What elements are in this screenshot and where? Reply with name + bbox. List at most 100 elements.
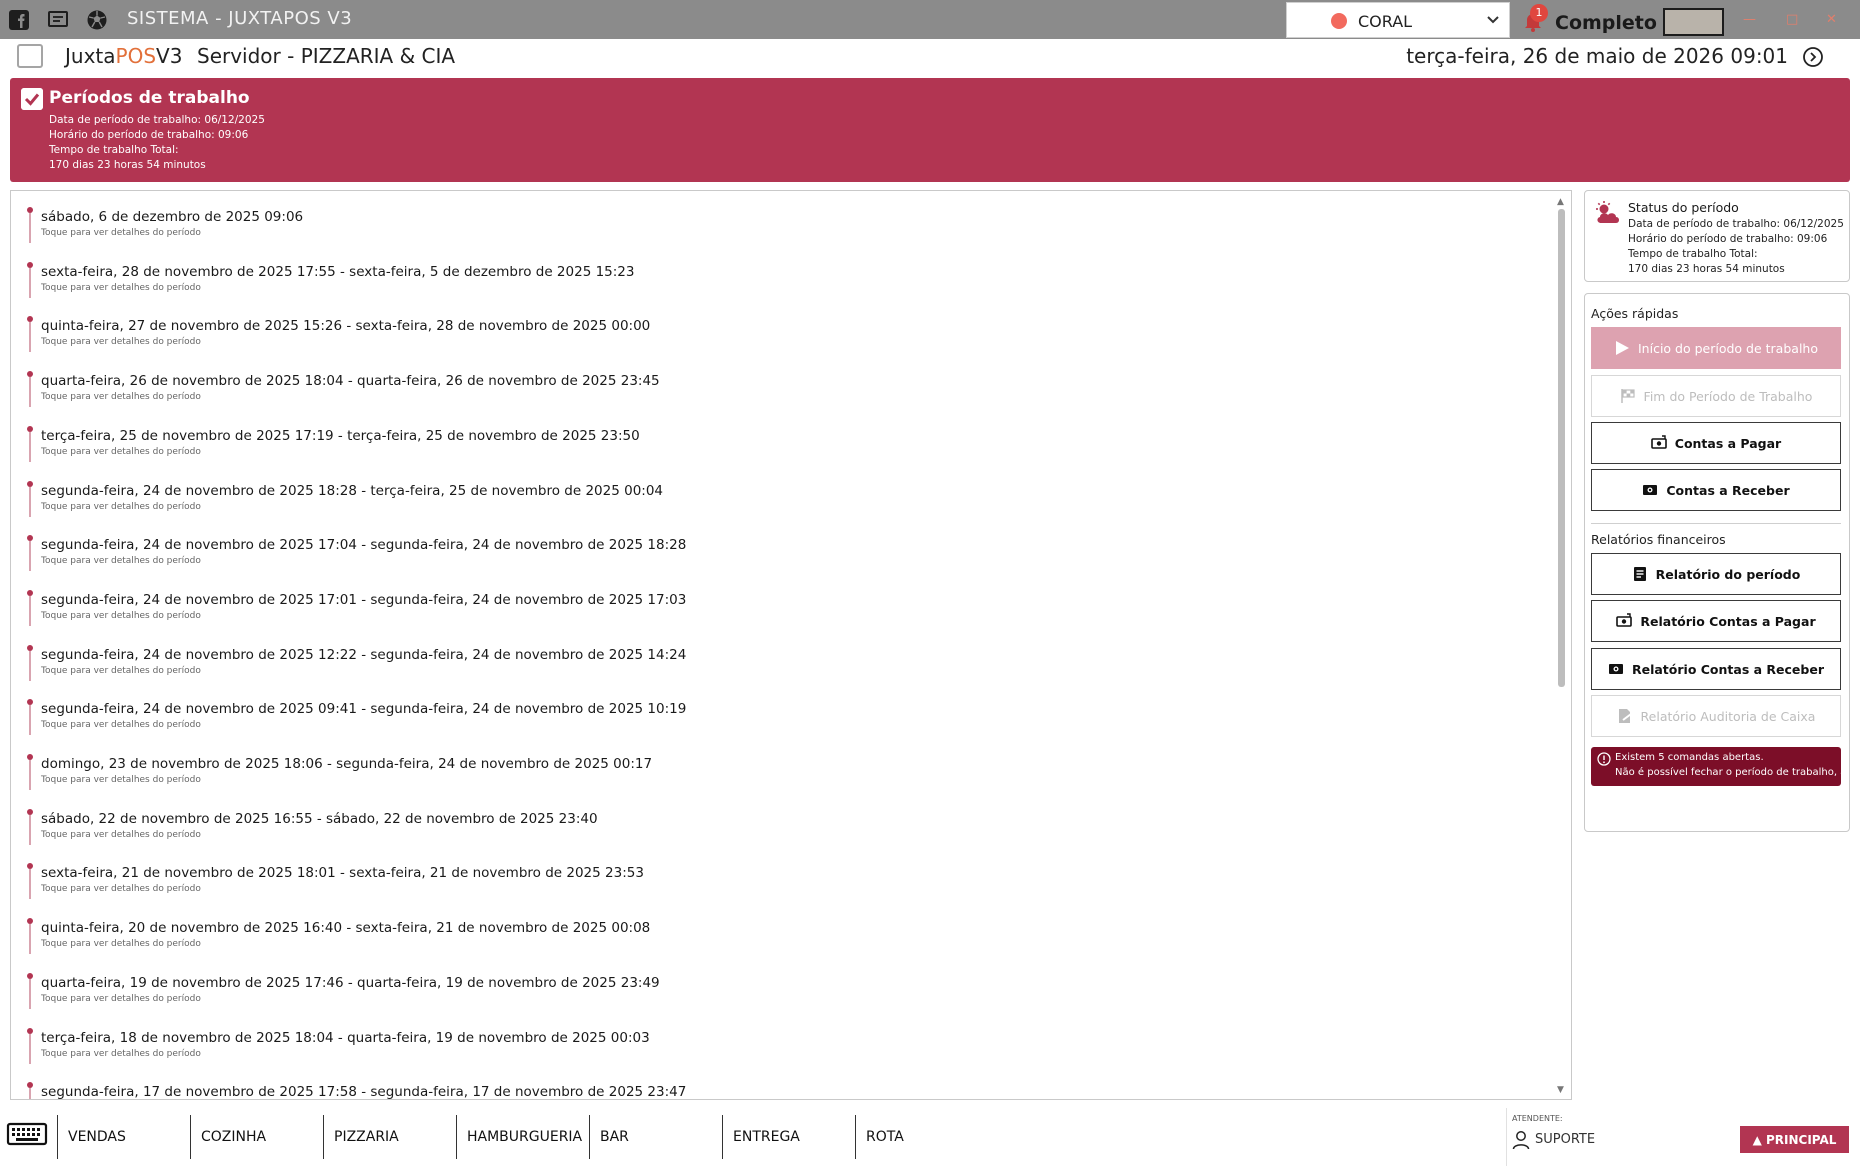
nav-tab-rota[interactable]: ROTA <box>855 1115 987 1159</box>
payables-button[interactable]: Contas a Pagar <box>1591 422 1841 464</box>
period-list-item[interactable]: sábado, 22 de novembro de 2025 16:55 - s… <box>11 794 1541 849</box>
payables-report-button[interactable]: Relatório Contas a Pagar <box>1591 600 1841 642</box>
user-icon <box>1512 1131 1530 1150</box>
period-hint: Toque para ver detalhes do período <box>41 501 201 512</box>
principal-button[interactable]: ▲ PRINCIPAL <box>1740 1126 1849 1153</box>
work-period-banner: Períodos de trabalho Data de período de … <box>10 78 1850 182</box>
period-title: domingo, 23 de novembro de 2025 18:06 - … <box>41 756 653 772</box>
banner-title: Períodos de trabalho <box>49 88 250 108</box>
timeline-line <box>29 267 31 298</box>
attendant-name[interactable]: SUPORTE <box>1535 1132 1595 1147</box>
app-logo[interactable] <box>17 44 43 68</box>
period-title: quinta-feira, 27 de novembro de 2025 15:… <box>41 318 651 335</box>
environment-select[interactable]: CORAL <box>1286 2 1510 38</box>
timeline-line <box>29 869 31 900</box>
list-scrollbar[interactable]: ▲ ▼ <box>1555 197 1567 1095</box>
money-icon <box>1643 485 1658 495</box>
timeline-line <box>29 595 31 626</box>
chat-icon[interactable] <box>47 9 69 31</box>
banner-total-value: 170 dias 23 horas 54 minutos <box>49 159 206 171</box>
period-hint: Toque para ver detalhes do período <box>41 556 201 567</box>
payables-label: Contas a Pagar <box>1674 435 1782 451</box>
nav-tab-entrega[interactable]: ENTREGA <box>722 1115 854 1159</box>
banner-time: Horário do período de trabalho: 09:06 <box>49 129 249 141</box>
chevron-down-icon <box>1487 16 1499 24</box>
period-list-item[interactable]: terça-feira, 18 de novembro de 2025 18:0… <box>11 1013 1541 1068</box>
period-list-item[interactable]: sexta-feira, 21 de novembro de 2025 18:0… <box>11 848 1541 903</box>
period-list-item[interactable]: segunda-feira, 24 de novembro de 2025 17… <box>11 575 1541 630</box>
mode-label[interactable]: Completo <box>1555 12 1657 34</box>
user-thumbnail[interactable] <box>1663 8 1724 36</box>
title-bar: SISTEMA - JUXTAPOS V3 CORAL 1 Completo —… <box>0 0 1860 39</box>
period-hint: Toque para ver detalhes do período <box>41 665 201 676</box>
arrow-circle-icon[interactable] <box>1802 46 1824 68</box>
money-out-icon <box>1650 435 1667 449</box>
start-period-button[interactable]: Início do período de trabalho <box>1591 327 1841 369</box>
nav-tab-vendas[interactable]: VENDAS <box>57 1115 189 1159</box>
timeline-line <box>29 924 31 955</box>
period-list-item[interactable]: quinta-feira, 20 de novembro de 2025 16:… <box>11 903 1541 958</box>
scroll-thumb[interactable] <box>1558 209 1565 687</box>
period-hint: Toque para ver detalhes do período <box>41 228 201 238</box>
period-hint: Toque para ver detalhes do período <box>41 829 201 840</box>
period-list-item[interactable]: sábado, 6 de dezembro de 2025 09:06 Toque… <box>11 192 1541 247</box>
period-title: sexta-feira, 21 de novembro de 2025 18:0… <box>41 865 644 882</box>
period-list-item[interactable]: domingo, 23 de novembro de 2025 18:06 - … <box>11 739 1541 794</box>
status-total-label: Tempo de trabalho Total: <box>1628 248 1758 260</box>
end-period-button[interactable]: Fim do Período de Trabalho <box>1591 375 1841 417</box>
period-title: segunda-feira, 24 de novembro de 2025 18… <box>41 482 664 499</box>
period-title: sábado, 22 de novembro de 2025 16:55 - s… <box>41 810 598 827</box>
maximize-icon[interactable]: □ <box>1786 12 1798 27</box>
period-list-item[interactable]: quinta-feira, 27 de novembro de 2025 15:… <box>11 301 1541 356</box>
scroll-down-icon[interactable]: ▼ <box>1557 1085 1564 1095</box>
audit-report-button[interactable]: Relatório Auditoria de Caixa <box>1591 695 1841 737</box>
period-status-card: Status do período Data de período de tra… <box>1584 190 1850 282</box>
period-hint: Toque para ver detalhes do período <box>41 993 201 1004</box>
open-orders-alert: Existem 5 comandas abertas. Não é possív… <box>1591 747 1841 786</box>
timeline-line <box>29 1088 31 1099</box>
document-edit-icon <box>1618 709 1632 723</box>
period-title: segunda-feira, 17 de novembro de 2025 17… <box>41 1084 687 1100</box>
period-title: terça-feira, 18 de novembro de 2025 18:0… <box>41 1029 650 1046</box>
nav-tab-bar[interactable]: BAR <box>589 1115 721 1159</box>
caret-up-icon: ▲ <box>1752 1132 1762 1147</box>
keyboard-icon[interactable] <box>6 1120 48 1148</box>
close-icon[interactable]: ✕ <box>1826 12 1837 27</box>
timeline-line <box>29 760 31 790</box>
period-list-item[interactable]: segunda-feira, 24 de novembro de 2025 12… <box>11 630 1541 685</box>
nav-tab-pizzaria[interactable]: PIZZARIA <box>323 1115 455 1159</box>
status-dot-icon <box>1331 13 1347 29</box>
period-report-button[interactable]: Relatório do período <box>1591 553 1841 595</box>
receivables-button[interactable]: Contas a Receber <box>1591 469 1841 511</box>
timeline-line <box>29 814 31 845</box>
environment-value: CORAL <box>1358 12 1413 31</box>
alert-line-1: Existem 5 comandas abertas. <box>1615 752 1764 763</box>
minimize-icon[interactable]: — <box>1743 12 1756 27</box>
period-list-item[interactable]: quarta-feira, 19 de novembro de 2025 17:… <box>11 958 1541 1013</box>
period-list-item[interactable]: segunda-feira, 24 de novembro de 2025 17… <box>11 520 1541 575</box>
period-list-item[interactable]: segunda-feira, 24 de novembro de 2025 18… <box>11 466 1541 521</box>
financial-reports-label: Relatórios financeiros <box>1591 532 1726 547</box>
timeline-line <box>29 377 31 408</box>
server-title: Servidor - PIZZARIA & CIA <box>197 44 456 68</box>
money-out-icon <box>1616 613 1633 627</box>
period-list[interactable]: sábado, 6 de dezembro de 2025 09:06 Toque… <box>10 190 1572 1100</box>
bottom-bar: VENDAS COZINHA PIZZARIA HAMBURGUERIA BAR ENTR… <box>0 1108 1860 1166</box>
period-title: segunda-feira, 24 de novembro de 2025 17… <box>41 537 687 554</box>
period-list-item[interactable]: sexta-feira, 28 de novembro de 2025 17:5… <box>11 247 1541 302</box>
current-datetime: terça-feira, 26 de maio de 2026 09:01 <box>1406 44 1788 68</box>
period-list-item[interactable]: segunda-feira, 24 de novembro de 2025 09… <box>11 684 1541 739</box>
nav-tab-cozinha[interactable]: COZINHA <box>190 1115 322 1159</box>
period-list-item[interactable]: terça-feira, 25 de novembro de 2025 17:1… <box>11 411 1541 466</box>
weather-icon <box>1596 201 1619 223</box>
period-list-item[interactable]: segunda-feira, 17 de novembro de 2025 17… <box>11 1067 1541 1100</box>
period-list-item[interactable]: quarta-feira, 26 de novembro de 2025 18:… <box>11 356 1541 411</box>
nav-tab-hamburgueria[interactable]: HAMBURGUERIA <box>456 1115 588 1159</box>
soccer-ball-icon[interactable] <box>86 9 108 31</box>
window-title: SISTEMA - JUXTAPOS V3 <box>127 8 353 29</box>
scroll-up-icon[interactable]: ▲ <box>1557 197 1564 207</box>
facebook-icon[interactable] <box>8 9 30 31</box>
period-title: quarta-feira, 19 de novembro de 2025 17:… <box>41 974 660 991</box>
status-time: Horário do período de trabalho: 09:06 <box>1628 233 1828 245</box>
receivables-report-button[interactable]: Relatório Contas a Receber <box>1591 648 1841 690</box>
